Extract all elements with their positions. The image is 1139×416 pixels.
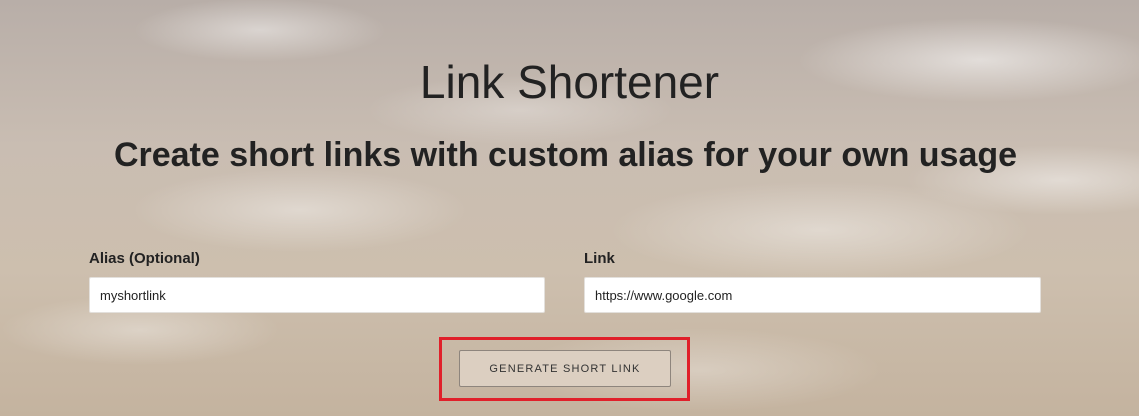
link-label: Link [584, 250, 615, 267]
generate-short-link-button[interactable]: GENERATE SHORT LINK [459, 350, 671, 387]
alias-label: Alias (Optional) [89, 250, 200, 267]
link-input[interactable] [584, 277, 1041, 313]
page-title: Link Shortener [419, 56, 720, 108]
page-subtitle: Create short links with custom alias for… [113, 136, 1018, 174]
alias-input[interactable] [89, 277, 545, 313]
